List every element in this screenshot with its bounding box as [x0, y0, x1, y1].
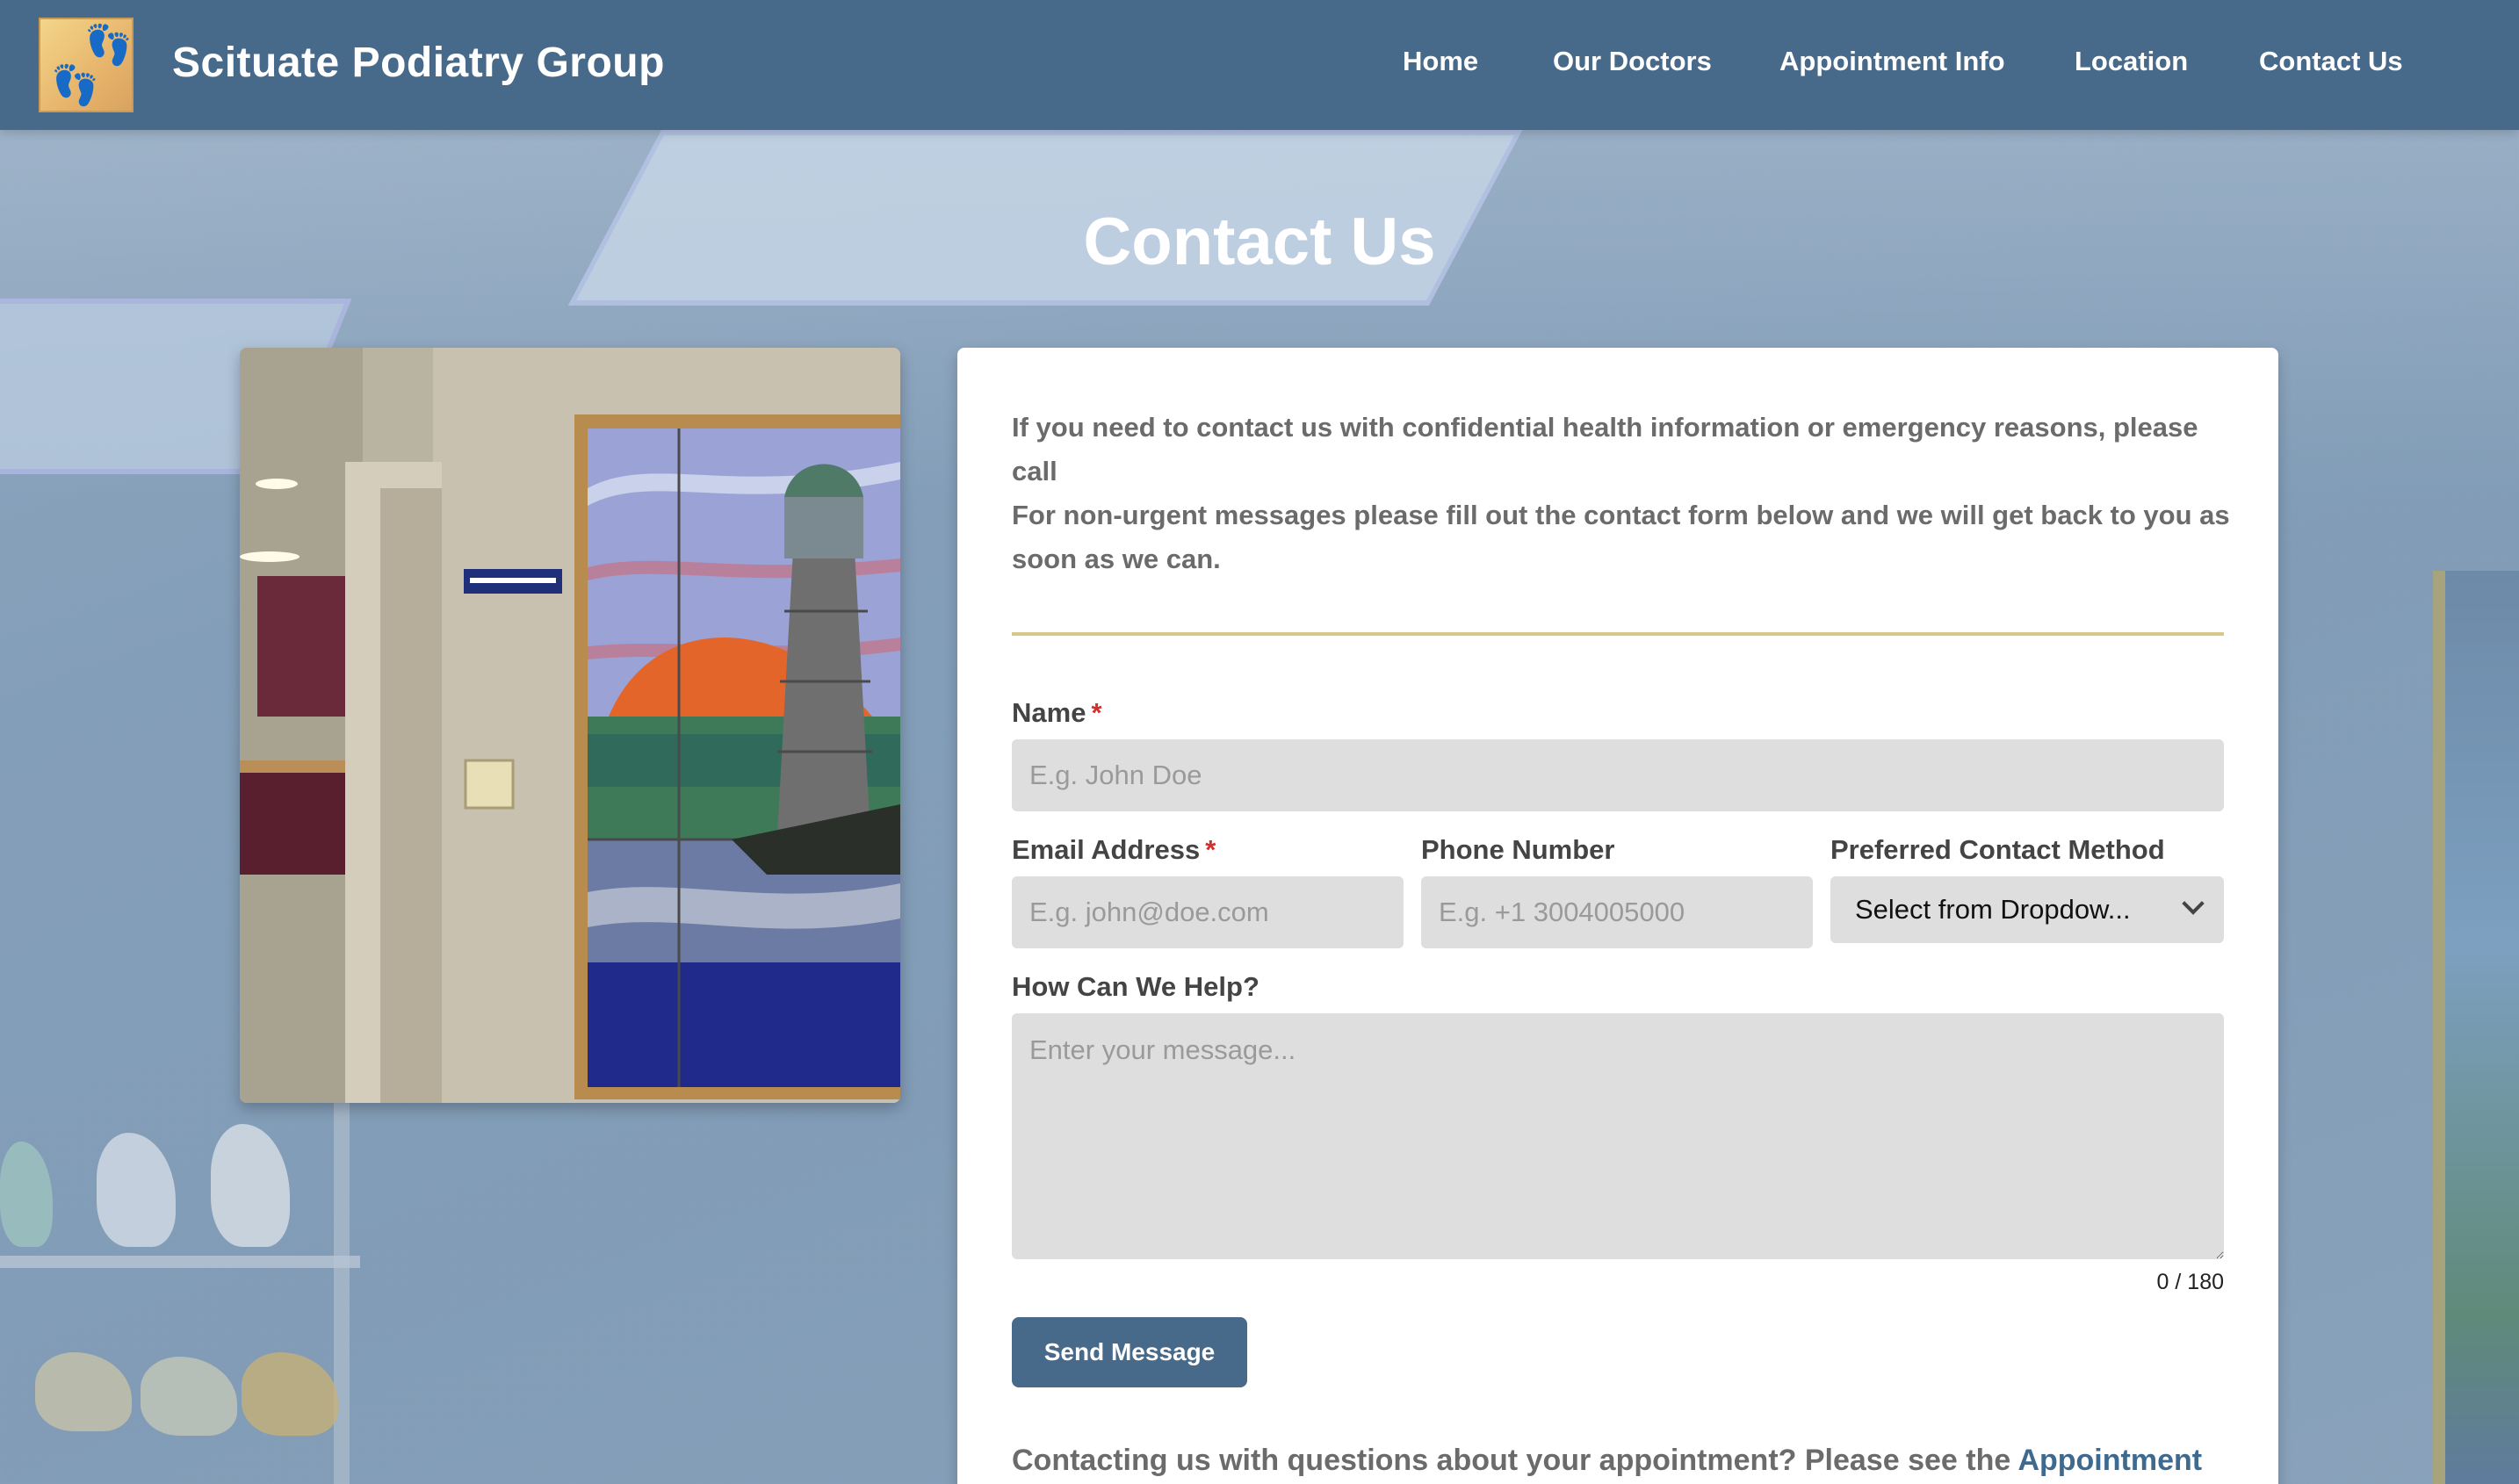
required-marker: *	[1091, 697, 1102, 728]
email-label-text: Email Address	[1012, 834, 1201, 865]
shoe-shelf	[0, 1256, 360, 1268]
page-title: Contact Us	[1083, 205, 1436, 279]
message-label: How Can We Help?	[1012, 971, 1260, 1003]
name-input[interactable]	[1012, 739, 2224, 811]
non-urgent-info-text: For non-urgent messages please fill out …	[1012, 500, 2230, 574]
required-marker: *	[1205, 834, 1216, 865]
message-textarea[interactable]	[1012, 1013, 2224, 1259]
phone-label-text: Phone Number	[1421, 834, 1615, 865]
nav-location[interactable]: Location	[2075, 46, 2188, 77]
shoe	[211, 1124, 290, 1247]
contact-method-selected: Select from Dropdow...	[1855, 894, 2131, 925]
divider	[1012, 632, 2224, 636]
site-brand[interactable]: Scituate Podiatry Group	[172, 39, 665, 87]
office-photo	[240, 348, 900, 1103]
logo[interactable]: 👣 👣	[39, 18, 134, 112]
email-label: Email Address *	[1012, 834, 1216, 866]
send-message-button[interactable]: Send Message	[1012, 1317, 1247, 1387]
character-counter: 0 / 180	[2156, 1270, 2224, 1294]
phone-input[interactable]	[1421, 876, 1813, 948]
chevron-down-icon	[2182, 892, 2205, 915]
nav-home[interactable]: Home	[1403, 46, 1478, 77]
site-header: 👣 👣 Scituate Podiatry Group Home Our Doc…	[0, 0, 2519, 130]
email-input[interactable]	[1012, 876, 1404, 948]
contact-method-label: Preferred Contact Method	[1830, 834, 2165, 866]
shelf-post	[334, 1098, 350, 1484]
nav-our-doctors[interactable]: Our Doctors	[1553, 46, 1712, 77]
shoe	[0, 1142, 53, 1247]
name-label: Name *	[1012, 697, 1102, 729]
contact-method-label-text: Preferred Contact Method	[1830, 834, 2165, 865]
lighthouse-window-image	[240, 348, 900, 1103]
shoe	[35, 1352, 132, 1431]
contact-form-card: If you need to contact us with confident…	[957, 348, 2278, 1484]
phone-label: Phone Number	[1421, 834, 1614, 866]
shoe	[242, 1352, 338, 1436]
confidential-info-text: If you need to contact us with confident…	[1012, 412, 2198, 486]
contact-method-select[interactable]: Select from Dropdow...	[1830, 876, 2224, 943]
appointment-note: Contacting us with questions about your …	[1012, 1444, 2202, 1478]
nav-contact-us[interactable]: Contact Us	[2259, 46, 2403, 77]
footprint-icon: 👣	[84, 24, 133, 67]
shoe	[141, 1357, 237, 1436]
message-label-text: How Can We Help?	[1012, 971, 1260, 1002]
name-label-text: Name	[1012, 697, 1086, 728]
appointment-link[interactable]: Appointment	[2017, 1444, 2202, 1477]
shoe	[97, 1133, 176, 1247]
appointment-note-text: Contacting us with questions about your …	[1012, 1444, 2011, 1477]
footprint-icon: 👣	[51, 64, 99, 107]
wall-window	[2433, 571, 2519, 1484]
nav-appointment-info[interactable]: Appointment Info	[1779, 46, 2005, 77]
